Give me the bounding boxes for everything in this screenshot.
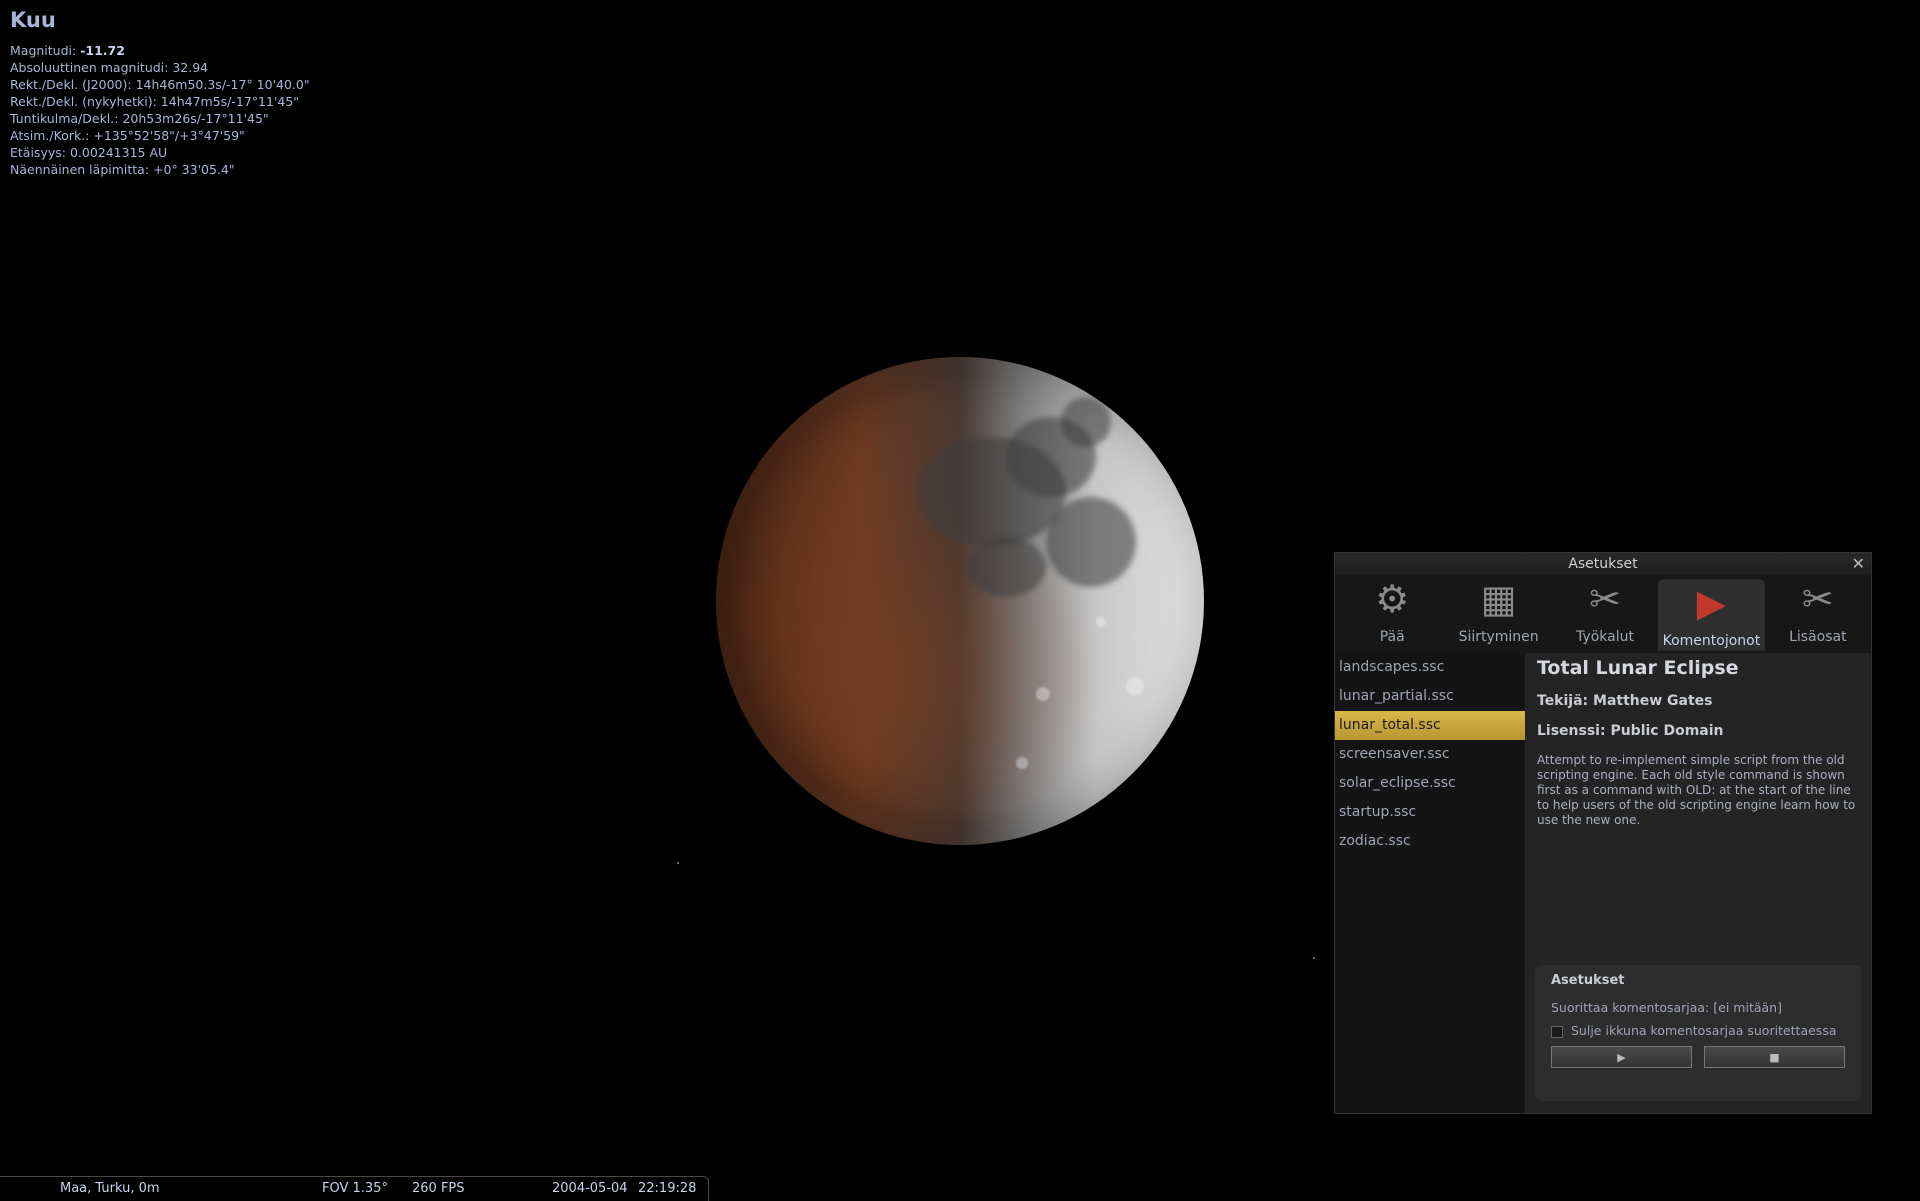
tab-label: Pää (1379, 629, 1405, 645)
tab-plugins[interactable]: ✂ Lisäosat (1765, 575, 1871, 651)
list-item[interactable]: lunar_total.ssc (1335, 711, 1525, 740)
status-bar: Maa, Turku, 0m FOV 1.35° 260 FPS 2004-05… (0, 1176, 709, 1201)
info-value: -11.72 (80, 43, 125, 58)
info-line: Absoluuttinen magnitudi: 32.94 (10, 59, 310, 76)
date-label[interactable]: 2004-05-04 (552, 1177, 628, 1201)
info-label: Rekt./Dekl. (J2000): (10, 77, 136, 92)
script-options: Asetukset Suorittaa komentosarjaa: [ei m… (1535, 965, 1861, 1101)
script-author: Tekijä: Matthew Gates (1537, 693, 1713, 709)
info-value: 14h46m50.3s/-17° 10'40.0" (135, 77, 310, 92)
list-item[interactable]: lunar_partial.ssc (1335, 682, 1525, 711)
tools-icon: ✂ (1589, 577, 1621, 621)
moon-image[interactable] (716, 357, 1204, 845)
info-value: 20h53m26s/-17°11'45" (122, 111, 269, 126)
star (1313, 957, 1315, 959)
script-detail: Total Lunar Eclipse Tekijä: Matthew Gate… (1525, 653, 1871, 1113)
info-label: Absoluuttinen magnitudi: (10, 60, 173, 75)
window-titlebar[interactable]: Asetukset ✕ (1335, 553, 1871, 575)
script-list[interactable]: landscapes.ssc lunar_partial.ssc lunar_t… (1335, 653, 1525, 1113)
play-icon: ▶ (1696, 581, 1727, 625)
info-line: Tuntikulma/Dekl.: 20h53m26s/-17°11'45" (10, 110, 310, 127)
script-title: Total Lunar Eclipse (1537, 657, 1739, 679)
tab-label: Komentojonot (1662, 633, 1761, 649)
info-label: Magnitudi: (10, 43, 81, 58)
tab-bar: ⚙ Pää ▦ Siirtyminen ✂ Työkalut ▶ Komento… (1335, 575, 1871, 651)
navigation-icon: ▦ (1480, 577, 1517, 621)
stop-icon: ■ (1769, 1050, 1780, 1064)
time-label[interactable]: 22:19:28 (638, 1177, 696, 1201)
info-line: Rekt./Dekl. (nykyhetki): 14h47m5s/-17°11… (10, 93, 310, 110)
play-icon: ▶ (1617, 1050, 1626, 1064)
tab-label: Siirtyminen (1458, 629, 1539, 645)
tab-tools[interactable]: ✂ Työkalut (1552, 575, 1658, 651)
tab-scripts[interactable]: ▶ Komentojonot (1658, 579, 1765, 651)
list-item[interactable]: startup.ssc (1335, 798, 1525, 827)
script-description: Attempt to re-implement simple script fr… (1537, 753, 1856, 827)
tab-label: Työkalut (1576, 629, 1634, 645)
plugins-icon: ✂ (1801, 577, 1834, 621)
close-window-option[interactable]: Sulje ikkuna komentosarjaa suoritettaess… (1551, 1023, 1845, 1038)
info-label: Näennäinen läpimitta: (10, 162, 154, 177)
location-label[interactable]: Maa, Turku, 0m (60, 1177, 160, 1201)
running-status: Suorittaa komentosarjaa: [ei mitään] (1551, 1000, 1782, 1015)
stop-script-button[interactable]: ■ (1704, 1046, 1845, 1068)
info-line: Magnitudi: -11.72 (10, 42, 310, 59)
info-label: Atsim./Kork.: (10, 128, 94, 143)
info-value: 32.94 (172, 60, 209, 75)
info-label: Etäisyys: (10, 145, 70, 160)
info-line: Etäisyys: 0.00241315 AU (10, 144, 310, 161)
info-value: 14h47m5s/-17°11'45" (160, 94, 300, 109)
window-title: Asetukset (1568, 556, 1638, 572)
info-line: Rekt./Dekl. (J2000): 14h46m50.3s/-17° 10… (10, 76, 310, 93)
tab-main[interactable]: ⚙ Pää (1339, 575, 1445, 651)
info-value: +135°52'58"/+3°47'59" (93, 128, 245, 143)
info-value: 0.00241315 AU (69, 145, 168, 160)
object-info: Kuu Magnitudi: -11.72 Absoluuttinen magni… (10, 8, 310, 178)
list-item[interactable]: landscapes.ssc (1335, 653, 1525, 682)
star (677, 862, 679, 864)
object-name: Kuu (10, 8, 56, 32)
close-window-checkbox[interactable] (1551, 1025, 1563, 1038)
info-line: Atsim./Kork.: +135°52'58"/+3°47'59" (10, 127, 310, 144)
tab-label: Lisäosat (1789, 629, 1847, 645)
info-label: Rekt./Dekl. (nykyhetki): (10, 94, 161, 109)
settings-window: Asetukset ✕ ⚙ Pää ▦ Siirtyminen ✂ Työkal… (1334, 552, 1872, 1114)
list-item[interactable]: solar_eclipse.ssc (1335, 769, 1525, 798)
fov-label: FOV 1.35° (322, 1181, 388, 1196)
fps-label: 260 FPS (412, 1181, 465, 1196)
info-label: Tuntikulma/Dekl.: (10, 111, 123, 126)
info-value: +0° 33'05.4" (153, 162, 235, 177)
close-icon[interactable]: ✕ (1852, 553, 1865, 575)
script-license: Lisenssi: Public Domain (1537, 723, 1724, 739)
options-title: Asetukset (1551, 973, 1625, 988)
list-item[interactable]: zodiac.ssc (1335, 827, 1525, 856)
run-script-button[interactable]: ▶ (1551, 1046, 1692, 1068)
list-item[interactable]: screensaver.ssc (1335, 740, 1525, 769)
tab-navigation[interactable]: ▦ Siirtyminen (1445, 575, 1551, 651)
checkbox-label: Sulje ikkuna komentosarjaa suoritettaess… (1571, 1023, 1837, 1038)
gear-icon: ⚙ (1375, 577, 1410, 621)
info-line: Näennäinen läpimitta: +0° 33'05.4" (10, 161, 310, 178)
